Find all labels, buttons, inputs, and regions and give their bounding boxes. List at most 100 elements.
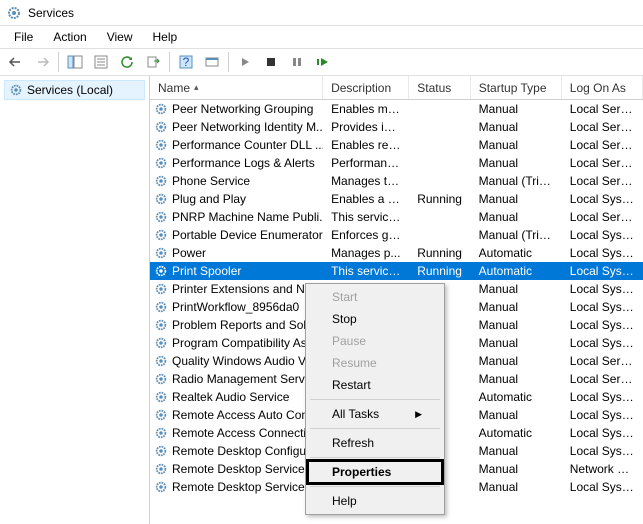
cell-startup: Manual: [471, 372, 562, 386]
cm-properties[interactable]: Properties: [308, 461, 442, 483]
mmc-icon[interactable]: [200, 50, 224, 74]
cell-startup: Manual: [471, 120, 562, 134]
main-area: Services (Local) Name▴ Description Statu…: [0, 76, 643, 524]
gear-icon: [154, 462, 168, 476]
menu-action[interactable]: Action: [43, 28, 96, 46]
restart-service-button[interactable]: [311, 50, 335, 74]
table-row[interactable]: Print SpoolerThis service ...RunningAuto…: [150, 262, 643, 280]
col-header-name[interactable]: Name▴: [150, 76, 323, 99]
table-row[interactable]: Plug and PlayEnables a c...RunningManual…: [150, 190, 643, 208]
menu-file[interactable]: File: [4, 28, 43, 46]
cell-startup: Automatic: [471, 426, 562, 440]
table-row[interactable]: Phone ServiceManages th...Manual (Trig..…: [150, 172, 643, 190]
gear-icon: [154, 426, 168, 440]
cell-startup: Automatic: [471, 246, 562, 260]
refresh-button[interactable]: [115, 50, 139, 74]
export-button[interactable]: [141, 50, 165, 74]
cell-startup: Manual (Trig...: [471, 228, 562, 242]
cell-logon: Local Syste...: [562, 336, 643, 350]
cm-separator: [310, 457, 440, 458]
cell-name: PNRP Machine Name Publi...: [150, 210, 323, 224]
menu-view[interactable]: View: [97, 28, 143, 46]
context-menu: Start Stop Pause Resume Restart All Task…: [305, 283, 445, 515]
cell-name: Plug and Play: [150, 192, 323, 206]
cell-status: Running: [409, 192, 470, 206]
services-app-icon: [6, 5, 22, 21]
show-hide-tree-button[interactable]: [63, 50, 87, 74]
table-row[interactable]: PNRP Machine Name Publi...This service .…: [150, 208, 643, 226]
table-row[interactable]: PowerManages p...RunningAutomaticLocal S…: [150, 244, 643, 262]
table-row[interactable]: Performance Counter DLL ...Enables rem..…: [150, 136, 643, 154]
cell-name: Performance Logs & Alerts: [150, 156, 323, 170]
cell-name: Performance Counter DLL ...: [150, 138, 323, 152]
cell-logon: Local Syste...: [562, 246, 643, 260]
menubar: File Action View Help: [0, 26, 643, 48]
cell-description: Performanc...: [323, 156, 409, 170]
sidebar-label: Services (Local): [27, 83, 113, 97]
cm-help[interactable]: Help: [308, 490, 442, 512]
stop-service-button[interactable]: [259, 50, 283, 74]
cell-startup: Manual: [471, 192, 562, 206]
forward-button[interactable]: [30, 50, 54, 74]
cell-logon: Network S...: [562, 462, 643, 476]
cell-logon: Local Syste...: [562, 390, 643, 404]
table-row[interactable]: Peer Networking GroupingEnables mul...Ma…: [150, 100, 643, 118]
cell-description: This service ...: [323, 264, 409, 278]
cell-description: Provides ide...: [323, 120, 409, 134]
cell-startup: Manual: [471, 156, 562, 170]
cell-name: Portable Device Enumerator...: [150, 228, 323, 242]
gear-icon: [154, 228, 168, 242]
cell-name: Radio Management Service: [150, 372, 323, 386]
cell-logon: Local Service: [562, 174, 643, 188]
cell-description: Manages p...: [323, 246, 409, 260]
cell-logon: Local Syste...: [562, 300, 643, 314]
cell-description: Enables rem...: [323, 138, 409, 152]
cm-all-tasks[interactable]: All Tasks▶: [308, 403, 442, 425]
table-row[interactable]: Portable Device Enumerator...Enforces gr…: [150, 226, 643, 244]
cell-name: PrintWorkflow_8956da0: [150, 300, 323, 314]
cell-logon: Local Syste...: [562, 480, 643, 494]
gear-icon: [154, 354, 168, 368]
col-header-logon[interactable]: Log On As: [562, 76, 643, 99]
cell-description: Enables a c...: [323, 192, 409, 206]
cell-startup: Manual: [471, 480, 562, 494]
cm-restart[interactable]: Restart: [308, 374, 442, 396]
cell-startup: Manual: [471, 336, 562, 350]
gear-icon: [9, 83, 23, 97]
cm-separator: [310, 486, 440, 487]
cm-stop[interactable]: Stop: [308, 308, 442, 330]
gear-icon: [154, 156, 168, 170]
sidebar-services-local[interactable]: Services (Local): [4, 80, 145, 100]
col-header-startup[interactable]: Startup Type: [471, 76, 562, 99]
cell-logon: Local Service: [562, 138, 643, 152]
col-header-description[interactable]: Description: [323, 76, 409, 99]
back-button[interactable]: [4, 50, 28, 74]
pause-service-button[interactable]: [285, 50, 309, 74]
sort-asc-icon: ▴: [194, 82, 199, 93]
cell-startup: Manual: [471, 102, 562, 116]
cell-logon: Local Service: [562, 354, 643, 368]
table-row[interactable]: Performance Logs & AlertsPerformanc... Ma…: [150, 154, 643, 172]
cell-name: Phone Service: [150, 174, 323, 188]
cell-name: Remote Access Auto Conne...: [150, 408, 323, 422]
properties-button[interactable]: [89, 50, 113, 74]
cell-name: Remote Desktop Services U...: [150, 480, 323, 494]
cell-logon: Local Service: [562, 156, 643, 170]
col-header-status[interactable]: Status: [409, 76, 470, 99]
cell-name: Print Spooler: [150, 264, 323, 278]
gear-icon: [154, 282, 168, 296]
cell-logon: Local Syste...: [562, 318, 643, 332]
toolbar-separator: [228, 52, 229, 72]
start-service-button[interactable]: [233, 50, 257, 74]
cell-startup: Automatic: [471, 264, 562, 278]
menu-help[interactable]: Help: [143, 28, 188, 46]
cell-startup: Manual (Trig...: [471, 174, 562, 188]
help-button[interactable]: ?: [174, 50, 198, 74]
toolbar-separator: [169, 52, 170, 72]
table-row[interactable]: Peer Networking Identity M...Provides id…: [150, 118, 643, 136]
cell-name: Remote Access Connection...: [150, 426, 323, 440]
cell-description: Enforces gr...: [323, 228, 409, 242]
cell-logon: Local Syste...: [562, 228, 643, 242]
cm-refresh[interactable]: Refresh: [308, 432, 442, 454]
cell-logon: Local Service: [562, 210, 643, 224]
